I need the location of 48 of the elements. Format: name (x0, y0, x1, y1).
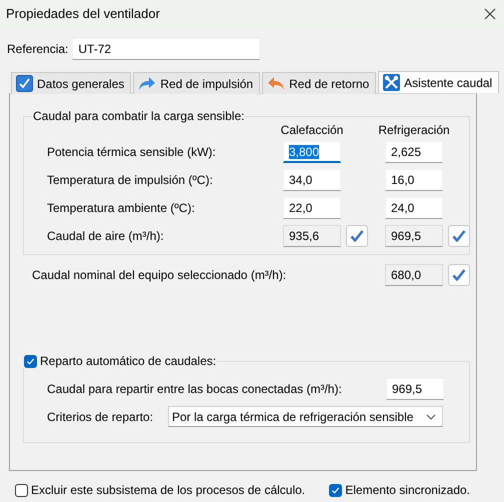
close-icon[interactable] (484, 8, 496, 20)
column-header: Refrigeración (378, 123, 450, 137)
field-label: Temperatura de impulsión (ºC): (47, 173, 214, 187)
input-field[interactable]: 34,0 (283, 169, 341, 191)
checkbox[interactable] (329, 484, 342, 496)
check-icon (452, 229, 466, 243)
tools-icon (383, 74, 400, 91)
field-label: Caudal para repartir entre las bocas conectadas (m³/h): (47, 382, 343, 396)
reference-field[interactable]: UT-72 (72, 38, 260, 60)
apply-button[interactable] (448, 264, 470, 286)
field-label: Criterios de reparto: (47, 410, 154, 424)
checkbox-label: Elemento sincronizado. (345, 483, 470, 497)
curved-arrow-icon (267, 76, 286, 91)
chevron-down-icon (426, 414, 436, 420)
input-field[interactable]: 969,5 (386, 378, 444, 400)
checkbox[interactable] (15, 484, 28, 496)
apply-button[interactable] (346, 225, 368, 247)
tab[interactable]: Red de impulsión (133, 72, 260, 94)
tab[interactable]: Asistente caudal (378, 71, 500, 93)
field-label: Potencia térmica sensible (kW): (47, 145, 217, 159)
check-icon (26, 356, 35, 366)
checkbox-label: Reparto automático de caudales: (40, 354, 216, 368)
check-icon (452, 268, 466, 282)
tab[interactable]: Red de retorno (262, 72, 376, 94)
curved-arrow-icon (138, 76, 156, 91)
input-field[interactable]: 3,800 (283, 141, 341, 163)
input-field[interactable]: 22,0 (283, 197, 341, 219)
field-label: Caudal de aire (m³/h): (47, 229, 165, 243)
input-field[interactable]: 2,625 (385, 141, 443, 163)
field-label: Caudal nominal del equipo seleccionado (m³/h): (32, 268, 288, 282)
value-display: 680,0 (385, 264, 443, 286)
checkbox-icon (16, 75, 33, 92)
reference-label: Referencia: (7, 42, 68, 56)
tab[interactable]: Datos generales (11, 72, 132, 94)
checkbox-label: Excluir este subsistema de los procesos de cálculo. (31, 483, 306, 497)
check-icon (331, 486, 340, 494)
apply-button[interactable] (448, 225, 470, 247)
input-field[interactable]: 24,0 (385, 197, 443, 219)
group-title: Caudal para combatir la carga sensible: (33, 109, 244, 123)
input-field[interactable]: 16,0 (385, 169, 443, 191)
value-display: 969,5 (385, 225, 443, 247)
window-title: Propiedades del ventilador (6, 6, 160, 21)
criteria-dropdown[interactable]: Por la carga térmica de refrigeración sensible (168, 406, 443, 427)
column-header: Calefacción (280, 123, 344, 137)
checkbox[interactable] (24, 354, 37, 368)
check-icon (350, 229, 364, 243)
field-label: Temperatura ambiente (ºC): (47, 201, 196, 215)
value-display: 935,6 (283, 225, 341, 247)
